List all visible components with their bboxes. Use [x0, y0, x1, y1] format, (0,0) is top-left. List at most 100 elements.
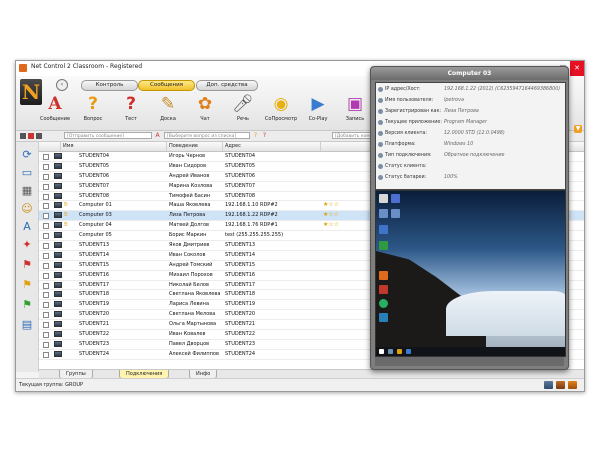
tool-test[interactable]: ? Тест: [114, 93, 148, 129]
tool-label: Co-Play: [308, 116, 328, 122]
row-checkbox[interactable]: [43, 292, 49, 299]
row-checkbox[interactable]: [43, 282, 49, 289]
row-checkbox[interactable]: [43, 223, 49, 230]
info-label: IP адрес/Хост:: [385, 87, 421, 92]
speech-icon: 🎤︎: [232, 94, 254, 114]
info-label: Зарегистрирован как:: [385, 109, 442, 114]
view-grid-icon[interactable]: [36, 133, 42, 139]
cell-name: STUDENT21: [79, 321, 110, 328]
tool-board[interactable]: ✎ Доска: [151, 93, 185, 129]
cell-name: Computer 05: [79, 232, 112, 239]
monitor-icon[interactable]: ▭: [20, 166, 34, 180]
chart-icon[interactable]: ▤: [20, 318, 34, 332]
tool-question[interactable]: ? Вопрос: [76, 93, 110, 129]
send-test-icon[interactable]: ?: [261, 132, 268, 139]
row-checkbox[interactable]: [43, 243, 49, 250]
info-icon: [378, 98, 383, 103]
row-checkbox[interactable]: [43, 252, 49, 259]
cell-behavior: Иван Ковалев: [169, 331, 206, 338]
header-name[interactable]: Имя: [61, 142, 167, 151]
back-button[interactable]: ‹: [56, 79, 68, 91]
tool-speech[interactable]: 🎤︎ Речь: [226, 93, 260, 129]
expand-arrow-icon[interactable]: ▼: [574, 125, 582, 133]
row-checkbox[interactable]: [43, 341, 49, 348]
refresh-icon[interactable]: ⟳: [20, 148, 34, 162]
row-checkbox[interactable]: [43, 163, 49, 170]
chat-icon: ✿: [197, 94, 213, 114]
flag-green-icon[interactable]: ⚑: [20, 298, 34, 312]
desktop-app-icon: [379, 285, 388, 294]
row-checkbox[interactable]: [43, 272, 49, 279]
tab-control[interactable]: Контроль: [81, 80, 138, 91]
row-checkbox[interactable]: [43, 322, 49, 329]
question-select[interactable]: [Выберите вопрос из списка]: [164, 132, 250, 139]
view-list-icon[interactable]: [20, 133, 26, 139]
flag-yellow-icon[interactable]: ⚑: [20, 278, 34, 292]
view-stop-icon[interactable]: [28, 133, 34, 139]
record-icon: ▣: [346, 94, 364, 114]
cell-address: STUDENT17: [225, 281, 256, 288]
monitor-icon: [54, 350, 62, 357]
cell-address: STUDENT20: [225, 311, 256, 318]
search-icon: [388, 349, 393, 354]
tool-coplay[interactable]: ▶ Co-Play: [301, 93, 335, 129]
cell-behavior: Иван Сидоров: [169, 162, 207, 169]
tool-message[interactable]: A Сообщение: [38, 93, 72, 129]
header-behavior[interactable]: Поведение: [167, 142, 223, 151]
monitor-icon: [54, 162, 62, 169]
tool-coview[interactable]: ◉ СоПросмотр: [264, 93, 298, 129]
info-label: Статус клиента:: [385, 164, 427, 169]
message-input[interactable]: [Отправить сообщение]: [64, 132, 152, 139]
row-checkbox[interactable]: [43, 302, 49, 309]
monitor-icon: [54, 222, 62, 229]
send-message-icon[interactable]: A: [154, 132, 161, 139]
power-icon[interactable]: [568, 381, 577, 389]
info-value: 100%: [444, 175, 458, 180]
row-checkbox[interactable]: [43, 262, 49, 269]
row-checkbox[interactable]: [43, 351, 49, 358]
row-checkbox[interactable]: [43, 203, 49, 210]
header-address[interactable]: Адрес: [223, 142, 321, 151]
row-checkbox[interactable]: [43, 213, 49, 220]
row-checkbox[interactable]: [43, 332, 49, 339]
tab-messages[interactable]: Сообщения: [138, 80, 195, 91]
tool-label: Запись: [345, 116, 365, 122]
add-comment-input[interactable]: [Добавить комм...: [332, 132, 372, 139]
users-icon[interactable]: ☺: [20, 202, 34, 216]
tool-record[interactable]: ▣ Запись: [338, 93, 372, 129]
monitor-icon: [54, 281, 62, 288]
monitor-icon: [54, 172, 62, 179]
monitor-icon: [54, 202, 62, 209]
text-icon[interactable]: A: [20, 220, 34, 234]
screen-icon[interactable]: [544, 381, 553, 389]
tab-extra-tools[interactable]: Доп. средства: [196, 80, 258, 91]
monitor-icon: [54, 340, 62, 347]
cell-name: STUDENT19: [79, 301, 110, 308]
tool-label: Доска: [160, 116, 176, 122]
send-question-icon[interactable]: ?: [252, 132, 259, 139]
row-checkbox[interactable]: [43, 154, 49, 160]
cell-behavior: Матвей Долгов: [169, 222, 209, 229]
header-checkbox[interactable]: [39, 142, 61, 151]
wand-icon[interactable]: ✦: [20, 238, 34, 252]
row-checkbox[interactable]: [43, 233, 49, 240]
close-button[interactable]: ✕: [570, 61, 584, 76]
start-icon: [379, 349, 384, 354]
cell-address: STUDENT19: [225, 301, 256, 308]
tool-label: Вопрос: [83, 116, 103, 122]
grid-view-icon[interactable]: ▦: [20, 184, 34, 198]
info-row: Статус клиента:: [376, 162, 565, 172]
cell-name: STUDENT14: [79, 251, 110, 258]
remote-desktop-thumbnail[interactable]: [375, 190, 566, 357]
row-checkbox[interactable]: [43, 193, 49, 200]
flag-red-icon[interactable]: ⚑: [20, 258, 34, 272]
row-checkbox[interactable]: [43, 312, 49, 319]
star-rating-icon: ★☆☆: [323, 221, 340, 229]
raised-hand-icon: ✋︎: [64, 201, 68, 209]
panel-footer: [375, 357, 564, 366]
row-checkbox[interactable]: [43, 183, 49, 190]
info-row: Имя пользователя: lpetrova: [376, 96, 565, 106]
tools-icon[interactable]: [556, 381, 565, 389]
row-checkbox[interactable]: [43, 173, 49, 180]
tool-chat[interactable]: ✿ Чат: [188, 93, 222, 129]
